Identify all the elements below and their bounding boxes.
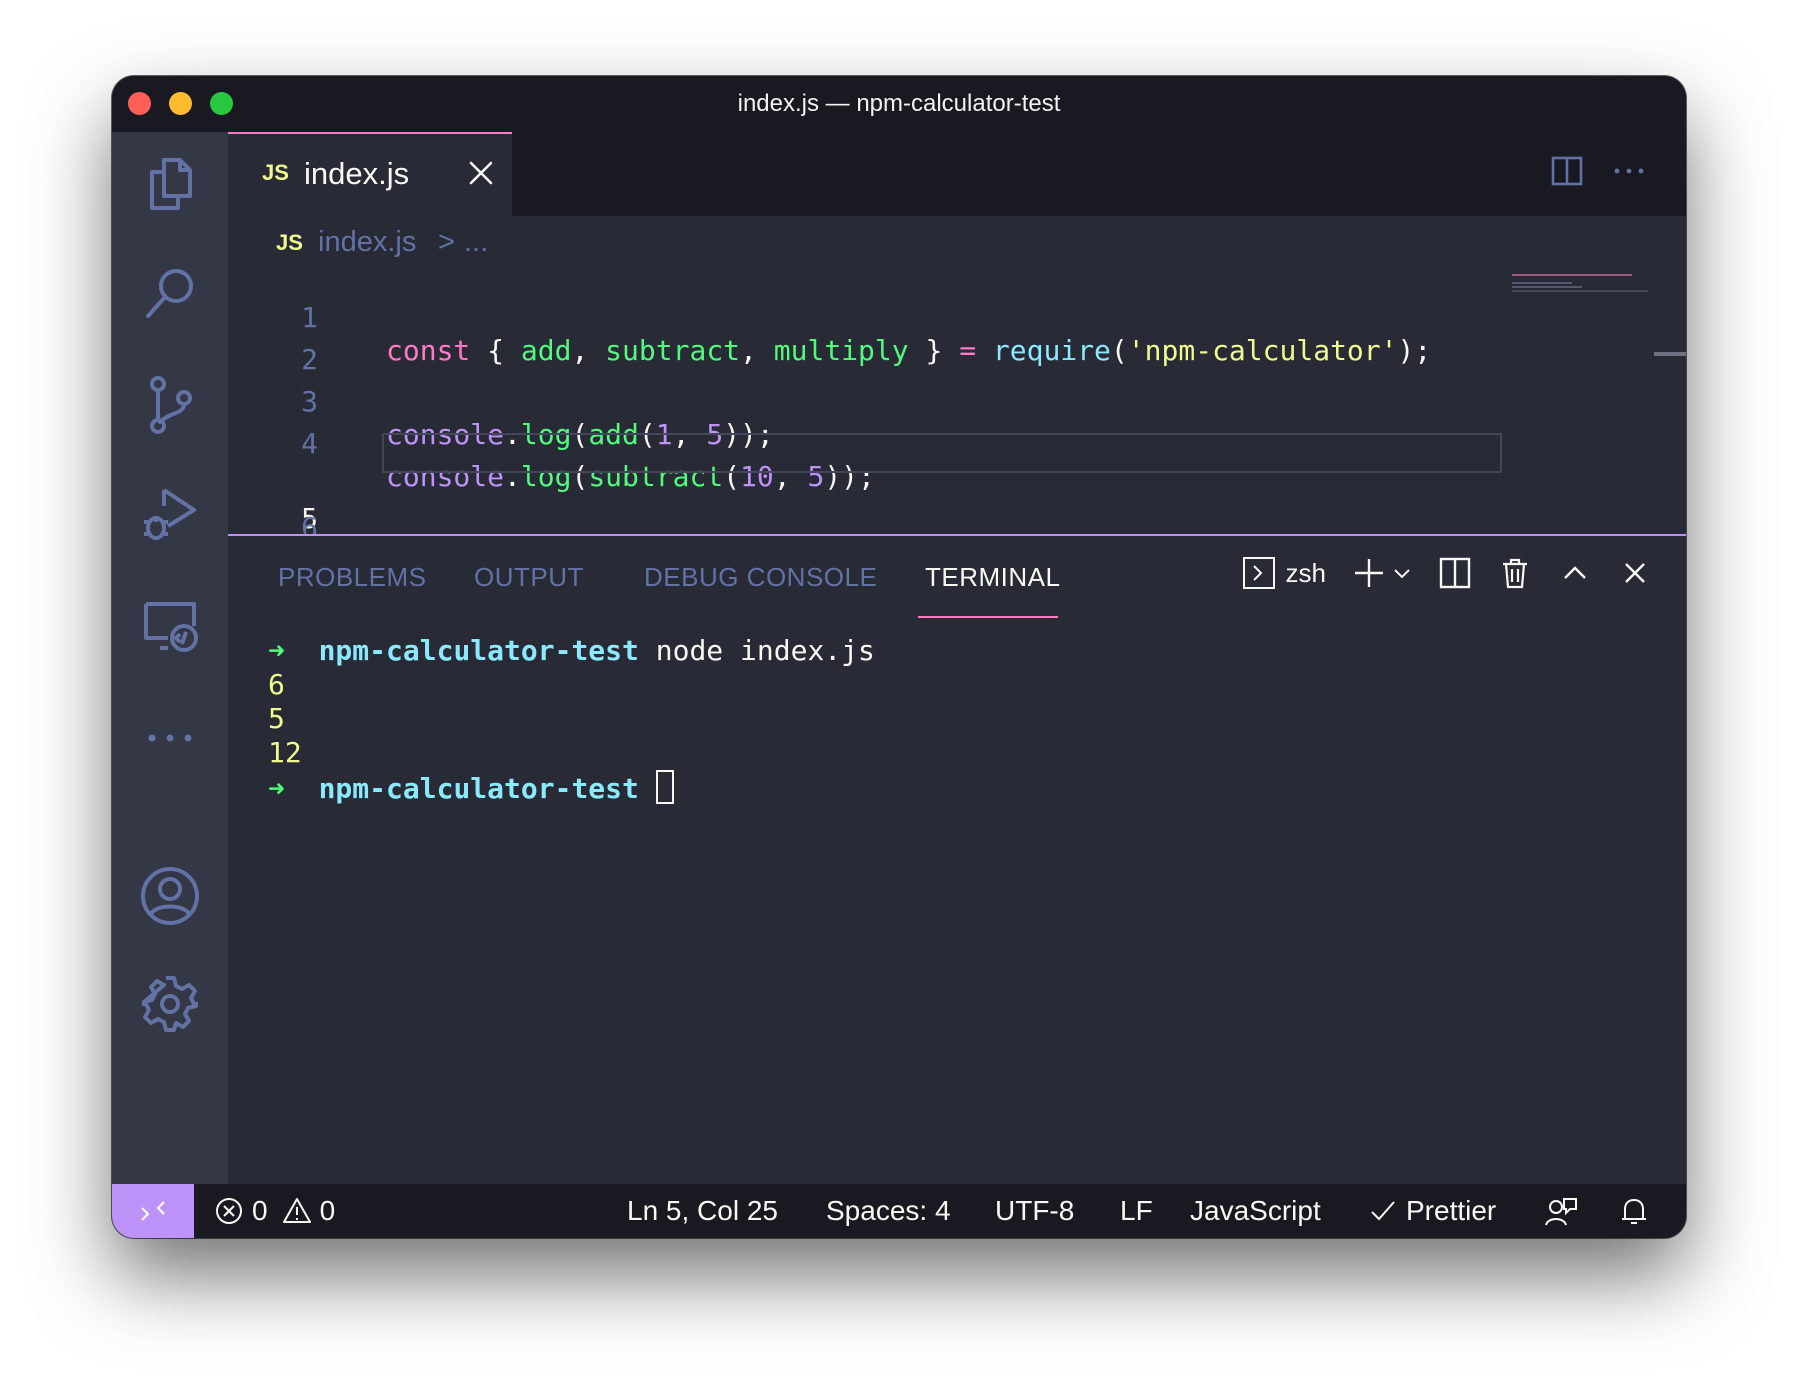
code-editor[interactable]: 1 const { add, subtract, multiply } = re…: [228, 268, 1502, 569]
source-control-icon[interactable]: [138, 372, 202, 436]
breadcrumb-file[interactable]: index.js: [318, 226, 416, 259]
notifications-button[interactable]: [1618, 1195, 1650, 1227]
breadcrumb-more[interactable]: ...: [464, 226, 488, 259]
bottom-panel: PROBLEMS OUTPUT DEBUG CONSOLE TERMINAL z…: [228, 534, 1686, 1184]
maximize-window-button[interactable]: [210, 92, 233, 115]
minimap-line: [1512, 274, 1632, 276]
code-line: 3 console.log(add(1, 5));: [228, 352, 1502, 451]
remote-explorer-icon[interactable]: [138, 594, 202, 658]
prettier-text: Prettier: [1406, 1195, 1497, 1226]
remote-icon: [141, 1201, 165, 1221]
active-tab-indicator: [918, 616, 1058, 618]
terminal-shell-selector[interactable]: zsh: [1242, 556, 1326, 590]
feedback-icon: [1545, 1198, 1577, 1226]
plus-icon: [1355, 559, 1383, 587]
prompt-arrow: ➜: [268, 634, 285, 667]
terminal-output[interactable]: ➜ npm-calculator-test node index.js 6 5 …: [268, 634, 875, 805]
error-icon: [216, 1198, 242, 1224]
chevron-down-icon[interactable]: [1392, 563, 1412, 583]
terminal-icon: [1242, 557, 1275, 589]
status-bar: 0 0 Ln 5, Col 25 Spaces: 4 UTF-8 LF Java…: [112, 1184, 1686, 1238]
panel-actions: zsh: [1242, 556, 1652, 590]
title-bar: index.js — npm-calculator-test: [112, 76, 1686, 132]
vscode-window: index.js — npm-calculator-test JS index.…: [112, 76, 1686, 1238]
window-controls: [128, 92, 233, 115]
prompt-arrow: ➜: [268, 772, 285, 805]
language-text: JavaScript: [1190, 1195, 1321, 1226]
files-icon[interactable]: [138, 152, 202, 216]
indentation-text: Spaces: 4: [826, 1195, 951, 1226]
minimize-window-button[interactable]: [169, 92, 192, 115]
breadcrumb: JS index.js > ...: [228, 216, 1686, 268]
prettier-status[interactable]: Prettier: [1368, 1195, 1496, 1227]
scrollbar-marker[interactable]: [1654, 352, 1686, 356]
warning-count: 0: [319, 1195, 336, 1226]
shell-name: zsh: [1285, 557, 1326, 588]
bell-icon: [1622, 1198, 1646, 1224]
error-count: 0: [252, 1195, 268, 1226]
trash-icon[interactable]: [1498, 556, 1532, 590]
encoding[interactable]: UTF-8: [995, 1195, 1074, 1227]
tab-terminal[interactable]: TERMINAL: [925, 562, 1060, 593]
account-icon[interactable]: [138, 864, 202, 928]
close-window-button[interactable]: [128, 92, 151, 115]
breadcrumb-separator: >: [438, 226, 455, 258]
split-editor-icon[interactable]: [1550, 154, 1584, 188]
terminal-cursor: [655, 770, 674, 804]
cursor-position-text: Ln 5, Col 25: [627, 1195, 778, 1226]
minimap-line: [1512, 282, 1572, 284]
prompt-dir: npm-calculator-test: [318, 772, 639, 805]
more-icon[interactable]: [138, 706, 202, 770]
close-panel-icon[interactable]: [1618, 556, 1652, 590]
encoding-text: UTF-8: [995, 1195, 1075, 1226]
run-debug-icon[interactable]: [138, 482, 202, 546]
code-line: 2: [228, 310, 1502, 376]
current-line-highlight: [382, 433, 1502, 473]
code-line: 4 console.log(subtract(10, 5));: [228, 394, 1502, 493]
terminal-output-line: 6: [268, 668, 285, 701]
more-actions-icon[interactable]: [1612, 154, 1646, 188]
terminal-output-line: 5: [268, 702, 285, 735]
settings-gear-icon[interactable]: [138, 972, 202, 1036]
tab-output[interactable]: OUTPUT: [474, 562, 584, 593]
code-line: 6: [228, 478, 1502, 544]
indentation[interactable]: Spaces: 4: [826, 1195, 951, 1227]
tab-problems[interactable]: PROBLEMS: [278, 562, 427, 593]
js-file-icon: JS: [276, 230, 303, 255]
minimap-line: [1512, 286, 1582, 288]
tab-label: index.js: [304, 156, 410, 191]
minimap[interactable]: [1502, 268, 1686, 536]
chevron-up-icon[interactable]: [1558, 556, 1592, 590]
problems-indicator[interactable]: 0 0: [214, 1195, 335, 1227]
window-title: index.js — npm-calculator-test: [737, 90, 1061, 117]
editor-actions: [1550, 154, 1646, 188]
remote-indicator[interactable]: [112, 1184, 194, 1238]
warning-icon: [282, 1198, 311, 1223]
prompt-dir: npm-calculator-test: [318, 634, 639, 667]
close-icon[interactable]: [464, 156, 498, 190]
feedback-button[interactable]: [1544, 1195, 1578, 1229]
line-ending-text: LF: [1120, 1195, 1153, 1226]
terminal-command: node index.js: [655, 634, 875, 667]
terminal-output-line: 12: [268, 736, 302, 769]
tab-debug-console[interactable]: DEBUG CONSOLE: [644, 562, 877, 593]
terminal-line: ➜ npm-calculator-test: [268, 770, 875, 805]
minimap-line: [1512, 290, 1648, 292]
tab-index-js[interactable]: JS index.js: [228, 132, 512, 216]
editor-tab-bar: JS index.js: [228, 132, 1686, 216]
code-line: 1 const { add, subtract, multiply } = re…: [228, 268, 1502, 367]
split-terminal-icon[interactable]: [1438, 556, 1472, 590]
language-mode[interactable]: JavaScript: [1190, 1195, 1321, 1227]
line-ending[interactable]: LF: [1120, 1195, 1153, 1227]
cursor-position[interactable]: Ln 5, Col 25: [627, 1195, 778, 1227]
search-icon[interactable]: [138, 262, 202, 326]
new-terminal-button[interactable]: [1352, 556, 1412, 590]
terminal-line: ➜ npm-calculator-test node index.js: [268, 634, 875, 668]
check-icon: [1371, 1201, 1395, 1221]
js-file-icon: JS: [262, 160, 289, 185]
code-line-active: 5 console.log(multiply(2, 6));: [228, 433, 1502, 569]
activity-bar: [112, 132, 228, 1184]
